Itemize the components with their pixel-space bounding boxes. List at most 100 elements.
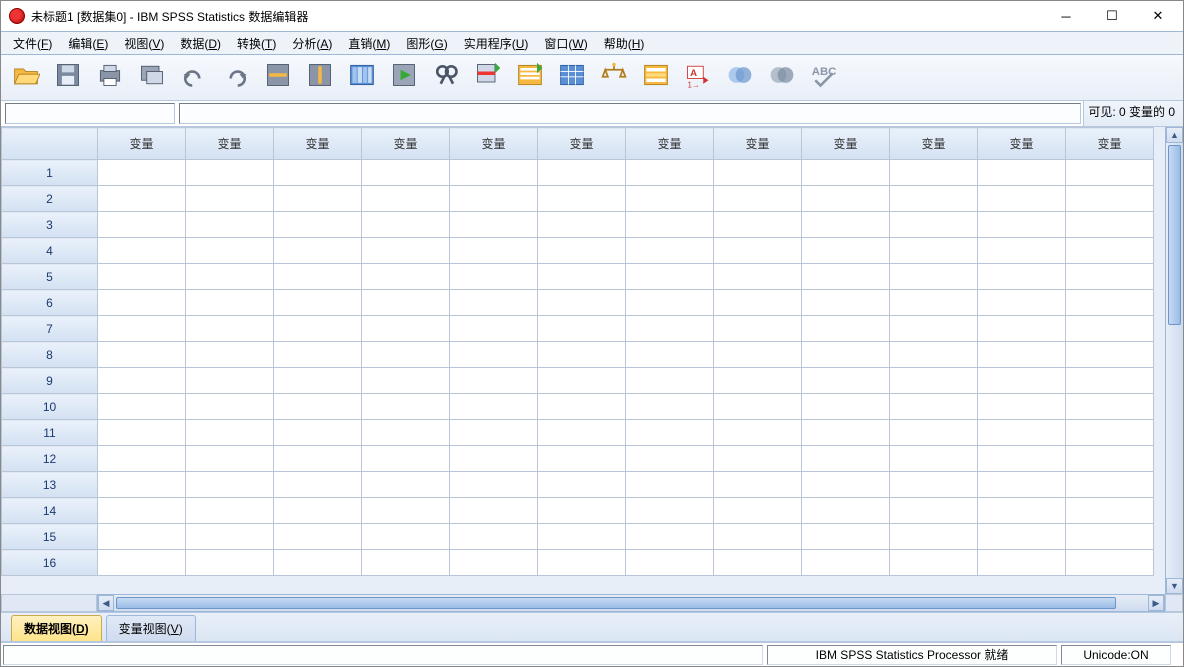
redo-button[interactable] [217, 59, 255, 97]
data-cell[interactable] [274, 446, 362, 472]
data-cell[interactable] [274, 472, 362, 498]
data-cell[interactable] [450, 550, 538, 576]
scroll-left-icon[interactable]: ◀ [98, 595, 114, 611]
column-header[interactable]: 变量 [274, 128, 362, 160]
data-cell[interactable] [890, 186, 978, 212]
data-cell[interactable] [274, 316, 362, 342]
data-cell[interactable] [626, 394, 714, 420]
column-header[interactable]: 变量 [890, 128, 978, 160]
data-cell[interactable] [538, 316, 626, 342]
data-cell[interactable] [98, 264, 186, 290]
data-cell[interactable] [802, 264, 890, 290]
data-cell[interactable] [714, 368, 802, 394]
data-cell[interactable] [890, 394, 978, 420]
data-cell[interactable] [626, 160, 714, 186]
data-cell[interactable] [626, 420, 714, 446]
data-cell[interactable] [890, 264, 978, 290]
data-cell[interactable] [978, 498, 1066, 524]
data-cell[interactable] [890, 368, 978, 394]
data-cell[interactable] [450, 316, 538, 342]
row-header[interactable]: 13 [2, 472, 98, 498]
data-cell[interactable] [890, 238, 978, 264]
data-cell[interactable] [98, 160, 186, 186]
data-cell[interactable] [978, 186, 1066, 212]
data-cell[interactable] [626, 290, 714, 316]
data-cell[interactable] [186, 316, 274, 342]
horizontal-scrollbar[interactable]: ◀ ▶ [97, 594, 1165, 612]
row-header[interactable]: 9 [2, 368, 98, 394]
data-cell[interactable] [186, 420, 274, 446]
data-cell[interactable] [714, 420, 802, 446]
data-cell[interactable] [186, 472, 274, 498]
data-cell[interactable] [1066, 212, 1154, 238]
undo-button[interactable] [175, 59, 213, 97]
data-cell[interactable] [890, 498, 978, 524]
column-header[interactable]: 变量 [450, 128, 538, 160]
scroll-up-icon[interactable]: ▲ [1166, 127, 1183, 143]
data-cell[interactable] [538, 238, 626, 264]
data-cell[interactable] [538, 394, 626, 420]
data-cell[interactable] [274, 290, 362, 316]
data-cell[interactable] [274, 368, 362, 394]
data-cell[interactable] [274, 498, 362, 524]
data-cell[interactable] [538, 342, 626, 368]
data-cell[interactable] [362, 186, 450, 212]
data-cell[interactable] [450, 420, 538, 446]
data-cell[interactable] [802, 290, 890, 316]
data-cell[interactable] [1066, 238, 1154, 264]
data-cell[interactable] [626, 498, 714, 524]
data-cell[interactable] [1066, 290, 1154, 316]
data-cell[interactable] [1066, 524, 1154, 550]
data-cell[interactable] [186, 264, 274, 290]
data-cell[interactable] [890, 160, 978, 186]
data-cell[interactable] [362, 524, 450, 550]
column-header[interactable]: 变量 [1066, 128, 1154, 160]
column-header[interactable]: 变量 [98, 128, 186, 160]
data-cell[interactable] [978, 264, 1066, 290]
split-file-button[interactable] [553, 59, 591, 97]
data-cell[interactable] [1066, 160, 1154, 186]
data-cell[interactable] [626, 316, 714, 342]
data-cell[interactable] [890, 290, 978, 316]
data-cell[interactable] [714, 212, 802, 238]
data-cell[interactable] [714, 238, 802, 264]
data-cell[interactable] [1066, 420, 1154, 446]
data-cell[interactable] [98, 368, 186, 394]
data-cell[interactable] [802, 186, 890, 212]
data-cell[interactable] [538, 160, 626, 186]
data-cell[interactable] [626, 550, 714, 576]
data-cell[interactable] [626, 446, 714, 472]
data-cell[interactable] [98, 342, 186, 368]
data-cell[interactable] [714, 342, 802, 368]
goto-variable-button[interactable] [301, 59, 339, 97]
data-cell[interactable] [890, 212, 978, 238]
data-cell[interactable] [450, 238, 538, 264]
data-cell[interactable] [450, 186, 538, 212]
data-cell[interactable] [538, 264, 626, 290]
use-sets-button[interactable] [721, 59, 759, 97]
data-cell[interactable] [714, 550, 802, 576]
save-button[interactable] [49, 59, 87, 97]
data-cell[interactable] [538, 498, 626, 524]
data-cell[interactable] [1066, 316, 1154, 342]
column-header[interactable]: 变量 [714, 128, 802, 160]
scroll-down-icon[interactable]: ▼ [1166, 578, 1183, 594]
data-cell[interactable] [186, 238, 274, 264]
data-cell[interactable] [186, 160, 274, 186]
column-header[interactable]: 变量 [802, 128, 890, 160]
data-cell[interactable] [538, 290, 626, 316]
data-cell[interactable] [98, 394, 186, 420]
data-cell[interactable] [802, 446, 890, 472]
data-cell[interactable] [978, 446, 1066, 472]
column-header[interactable]: 变量 [186, 128, 274, 160]
data-cell[interactable] [186, 394, 274, 420]
data-cell[interactable] [978, 394, 1066, 420]
data-cell[interactable] [362, 212, 450, 238]
menu-u[interactable]: 实用程序(U) [456, 33, 537, 54]
insert-case-button[interactable] [469, 59, 507, 97]
data-cell[interactable] [538, 524, 626, 550]
data-cell[interactable] [186, 212, 274, 238]
data-cell[interactable] [714, 394, 802, 420]
menu-g[interactable]: 图形(G) [398, 33, 455, 54]
data-cell[interactable] [714, 524, 802, 550]
